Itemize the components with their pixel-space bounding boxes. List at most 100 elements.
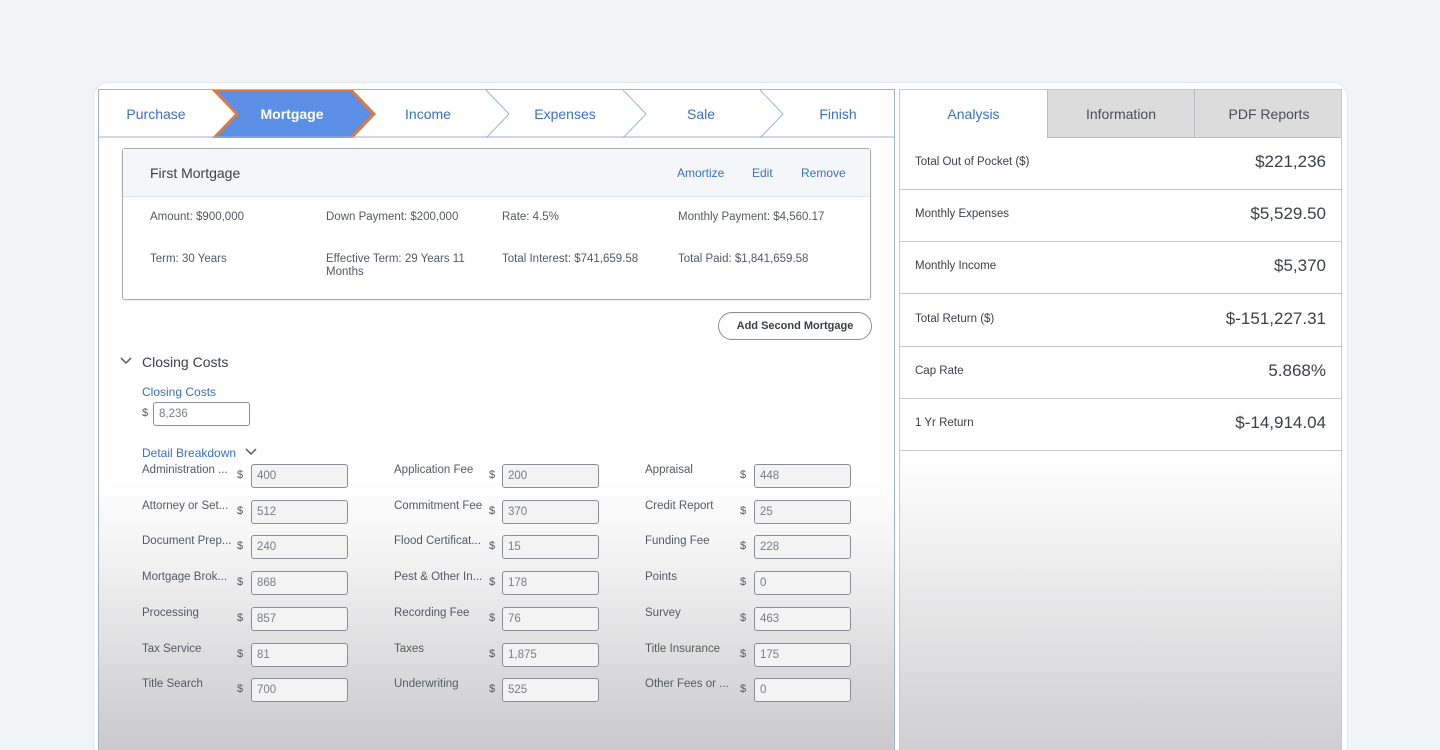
effective-term-line1: Effective Term: 29 Years 11 <box>326 253 465 266</box>
step-expenses[interactable]: Expenses <box>505 106 625 122</box>
fee-input[interactable] <box>251 535 348 559</box>
effective-term-line2: Months <box>326 266 465 279</box>
tab-analysis[interactable]: Analysis <box>900 90 1047 138</box>
mortgage-rate: Rate: 4.5% <box>502 211 559 224</box>
fee-input[interactable] <box>251 607 348 631</box>
fee-label: Application Fee <box>394 464 488 476</box>
fee-input[interactable] <box>502 535 599 559</box>
fee-input[interactable] <box>754 643 851 667</box>
currency-symbol: $ <box>740 469 746 481</box>
closing-costs-section-title[interactable]: Closing Costs <box>142 354 228 370</box>
metric-row: Monthly Expenses $5,529.50 <box>900 190 1341 242</box>
fee-input[interactable] <box>251 571 348 595</box>
currency-symbol: $ <box>740 576 746 588</box>
fee-input[interactable] <box>754 607 851 631</box>
fee-input[interactable] <box>754 571 851 595</box>
currency-symbol: $ <box>489 612 495 624</box>
fee-input[interactable] <box>754 535 851 559</box>
fee-label: Recording Fee <box>394 607 488 619</box>
fee-input[interactable] <box>251 678 348 702</box>
metric-value: 5.868% <box>1268 361 1326 381</box>
fee-input[interactable] <box>754 678 851 702</box>
metric-row: Monthly Income$5,370 <box>900 242 1341 294</box>
currency-symbol: $ <box>740 505 746 517</box>
fee-input[interactable] <box>502 500 599 524</box>
currency-symbol: $ <box>740 540 746 552</box>
step-wizard: Purchase Mortgage Income Expenses Sale F… <box>99 90 895 138</box>
fee-label: Tax Service <box>142 643 236 655</box>
fee-input[interactable] <box>251 464 348 488</box>
fee-label: Survey <box>645 607 739 619</box>
fee-label: Credit Report <box>645 500 739 512</box>
metric-value: $-14,914.04 <box>1235 413 1326 433</box>
first-mortgage-card: First Mortgage Amortize Edit Remove Amou… <box>122 148 871 300</box>
edit-link[interactable]: Edit <box>752 166 773 180</box>
currency-symbol: $ <box>237 683 243 695</box>
metric-value: $5,529.50 <box>1250 204 1326 224</box>
currency-symbol: $ <box>740 612 746 624</box>
fee-input[interactable] <box>502 643 599 667</box>
currency-symbol: $ <box>489 576 495 588</box>
currency-symbol: $ <box>489 469 495 481</box>
detail-breakdown-toggle[interactable]: Detail Breakdown <box>142 446 236 460</box>
closing-costs-input[interactable] <box>153 402 250 426</box>
metric-label: Cap Rate <box>915 365 964 377</box>
closing-costs-label: Closing Costs <box>142 385 216 399</box>
add-second-mortgage-button[interactable]: Add Second Mortgage <box>718 312 872 340</box>
currency-symbol: $ <box>489 540 495 552</box>
step-sale[interactable]: Sale <box>641 106 761 122</box>
mortgage-panel: Purchase Mortgage Income Expenses Sale F… <box>98 89 895 750</box>
metric-row: Total Out of Pocket ($)$221,236 <box>900 138 1341 190</box>
tab-information[interactable]: Information <box>1047 90 1194 138</box>
fee-input[interactable] <box>251 500 348 524</box>
metric-row: 1 Yr Return $-14,914.04 <box>900 399 1341 451</box>
fee-input[interactable] <box>251 643 348 667</box>
metric-label: Monthly Income <box>915 260 996 272</box>
fee-label: Underwriting <box>394 678 488 690</box>
mortgage-term: Term: 30 Years <box>150 253 227 266</box>
step-mortgage[interactable]: Mortgage <box>232 106 352 122</box>
mortgage-effective-term: Effective Term: 29 Years 11 Months <box>326 253 465 279</box>
fee-input[interactable] <box>754 464 851 488</box>
step-income[interactable]: Income <box>368 106 488 122</box>
currency-symbol: $ <box>237 576 243 588</box>
chevron-down-icon[interactable] <box>245 447 257 457</box>
metric-label: Monthly Expenses <box>915 208 1009 220</box>
metric-label: 1 Yr Return <box>915 417 974 429</box>
currency-symbol: $ <box>740 683 746 695</box>
fee-input[interactable] <box>754 500 851 524</box>
fee-input[interactable] <box>502 464 599 488</box>
fee-label: Mortgage Brok... <box>142 571 236 583</box>
mortgage-total-interest: Total Interest: $741,659.58 <box>502 253 638 266</box>
tab-pdf-reports[interactable]: PDF Reports <box>1194 90 1342 138</box>
mortgage-total-paid: Total Paid: $1,841,659.58 <box>678 253 808 266</box>
fee-label: Document Prep... <box>142 535 236 547</box>
fee-label: Processing <box>142 607 236 619</box>
metric-row: Cap Rate 5.868% <box>900 347 1341 399</box>
step-purchase[interactable]: Purchase <box>98 106 216 122</box>
fee-input[interactable] <box>502 607 599 631</box>
chevron-down-icon[interactable] <box>120 356 132 366</box>
currency-symbol: $ <box>142 407 148 419</box>
currency-symbol: $ <box>237 540 243 552</box>
currency-symbol: $ <box>237 505 243 517</box>
fee-input[interactable] <box>502 571 599 595</box>
fee-label: Appraisal <box>645 464 739 476</box>
remove-link[interactable]: Remove <box>801 166 846 180</box>
metric-value: $221,236 <box>1255 152 1326 172</box>
fee-input[interactable] <box>502 678 599 702</box>
amortize-link[interactable]: Amortize <box>677 166 724 180</box>
fee-label: Taxes <box>394 643 488 655</box>
fee-label: Title Insurance <box>645 643 739 655</box>
mortgage-monthly-payment: Monthly Payment: $4,560.17 <box>678 211 824 224</box>
currency-symbol: $ <box>489 683 495 695</box>
fee-label: Flood Certificat... <box>394 535 488 547</box>
fee-label: Administration ... <box>142 464 236 476</box>
currency-symbol: $ <box>237 469 243 481</box>
currency-symbol: $ <box>740 648 746 660</box>
fee-label: Commitment Fee <box>394 500 488 512</box>
fee-label: Pest & Other In... <box>394 571 488 583</box>
step-finish[interactable]: Finish <box>778 106 895 122</box>
fee-label: Other Fees or ... <box>645 678 739 690</box>
currency-symbol: $ <box>489 505 495 517</box>
